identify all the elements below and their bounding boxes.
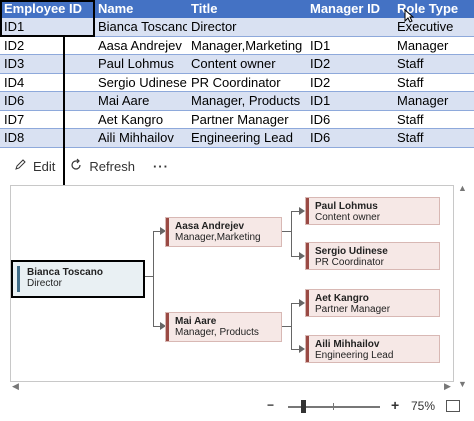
cell[interactable]: ID6	[306, 129, 393, 147]
table-row: ID1 Bianca Toscano Director Executive	[0, 18, 474, 37]
zoom-slider-thumb[interactable]	[301, 400, 306, 413]
cell[interactable]: ID1	[306, 37, 393, 55]
table-row: ID2 Aasa Andrejev Manager,Marketing ID1 …	[0, 36, 474, 55]
cell[interactable]: ID1	[0, 18, 94, 36]
cell[interactable]: Staff	[393, 74, 474, 92]
cell[interactable]: Staff	[393, 55, 474, 73]
cell[interactable]: Manager	[393, 37, 474, 55]
org-node-staff[interactable]: Aili Mihhailov Engineering Lead	[305, 335, 440, 363]
cell[interactable]: ID4	[0, 74, 94, 92]
cell[interactable]: Engineering Lead	[187, 129, 306, 147]
cell[interactable]: Mai Aare	[94, 92, 187, 110]
spreadsheet-table: Employee ID Name Title Manager ID Role T…	[0, 0, 474, 148]
cell[interactable]: Director	[187, 18, 306, 36]
cell[interactable]: Staff	[393, 129, 474, 147]
cell[interactable]: Bianca Toscano	[94, 18, 187, 36]
pointer-cursor-icon	[404, 8, 415, 26]
scroll-left-icon[interactable]: ◀	[12, 381, 19, 392]
org-node-manager[interactable]: Mai Aare Manager, Products	[165, 312, 282, 342]
zoom-slider-tick	[333, 403, 334, 410]
refresh-label: Refresh	[89, 158, 135, 174]
cell[interactable]: ID7	[0, 111, 94, 129]
fit-to-window-icon[interactable]	[446, 400, 460, 412]
org-node-staff[interactable]: Aet Kangro Partner Manager	[305, 289, 440, 317]
node-name: Sergio Udinese	[315, 246, 388, 257]
edit-label: Edit	[33, 158, 56, 174]
node-name: Paul Lohmus	[315, 201, 378, 212]
node-title: Partner Manager	[315, 304, 391, 315]
node-name: Bianca Toscano	[27, 267, 103, 278]
zoom-out-button[interactable]: −	[267, 398, 274, 412]
diagram-toolbar: Edit Refresh ···	[0, 152, 474, 180]
cell[interactable]: PR Coordinator	[187, 74, 306, 92]
table-header-row: Employee ID Name Title Manager ID Role T…	[0, 0, 474, 18]
cell[interactable]: Partner Manager	[187, 111, 306, 129]
node-name: Aet Kangro	[315, 293, 369, 304]
cell[interactable]	[306, 18, 393, 36]
connector	[153, 231, 154, 327]
org-node-staff[interactable]: Sergio Udinese PR Coordinator	[305, 242, 440, 270]
cell[interactable]: Aili Mihhailov	[94, 129, 187, 147]
connector	[291, 303, 292, 350]
node-title: Manager, Products	[175, 327, 259, 338]
scroll-up-icon[interactable]: ▲	[458, 183, 467, 193]
cell[interactable]: Staff	[393, 111, 474, 129]
node-title: Content owner	[315, 212, 381, 223]
scroll-right-icon[interactable]: ▶	[444, 381, 451, 392]
refresh-icon	[69, 158, 83, 175]
header-title[interactable]: Title	[187, 0, 306, 18]
cell[interactable]: Paul Lohmus	[94, 55, 187, 73]
node-title: Manager,Marketing	[175, 232, 261, 243]
table-row: ID7 Aet Kangro Partner Manager ID6 Staff	[0, 110, 474, 129]
vertical-scrollbar[interactable]: ▲ ▼	[456, 183, 470, 393]
cell[interactable]: Manager, Products	[187, 92, 306, 110]
zoom-in-button[interactable]: +	[391, 397, 399, 413]
table-row: ID6 Mai Aare Manager, Products ID1 Manag…	[0, 92, 474, 111]
org-node-staff[interactable]: Paul Lohmus Content owner	[305, 197, 440, 225]
cell[interactable]: ID2	[0, 37, 94, 55]
header-name[interactable]: Name	[94, 0, 187, 18]
org-node-manager[interactable]: Aasa Andrejev Manager,Marketing	[165, 217, 282, 247]
cell[interactable]: ID1	[306, 92, 393, 110]
cell[interactable]: ID6	[306, 111, 393, 129]
cell[interactable]: Manager,Marketing	[187, 37, 306, 55]
cell[interactable]: ID2	[306, 55, 393, 73]
node-title: PR Coordinator	[315, 257, 384, 268]
more-options-button[interactable]: ···	[153, 159, 169, 174]
cell[interactable]: Sergio Udinese	[94, 74, 187, 92]
refresh-button[interactable]: Refresh	[69, 158, 135, 175]
table-row: ID4 Sergio Udinese PR Coordinator ID2 St…	[0, 73, 474, 92]
zoom-bar: − + 75%	[0, 397, 474, 417]
node-title: Engineering Lead	[315, 350, 394, 361]
connector	[291, 211, 292, 257]
cell[interactable]: ID3	[0, 55, 94, 73]
pencil-icon	[14, 158, 27, 174]
cell[interactable]: Manager	[393, 92, 474, 110]
zoom-level: 75%	[411, 399, 436, 413]
org-node-root[interactable]: Bianca Toscano Director	[11, 260, 145, 298]
horizontal-scrollbar[interactable]: ◀ ▶	[10, 381, 456, 393]
cell[interactable]: ID8	[0, 129, 94, 147]
scroll-down-icon[interactable]: ▼	[458, 379, 467, 389]
node-title: Director	[27, 278, 63, 289]
table-row: ID8 Aili Mihhailov Engineering Lead ID6 …	[0, 129, 474, 148]
node-name: Aasa Andrejev	[175, 221, 245, 232]
cell[interactable]: Aasa Andrejev	[94, 37, 187, 55]
cell[interactable]: ID2	[306, 74, 393, 92]
org-chart-canvas[interactable]: Bianca Toscano Director Aasa Andrejev Ma…	[10, 185, 454, 382]
cell[interactable]: Content owner	[187, 55, 306, 73]
cell[interactable]: Aet Kangro	[94, 111, 187, 129]
node-name: Mai Aare	[175, 316, 217, 327]
edit-button[interactable]: Edit	[14, 158, 55, 174]
header-employee-id[interactable]: Employee ID	[0, 0, 94, 18]
cell[interactable]: ID6	[0, 92, 94, 110]
node-name: Aili Mihhailov	[315, 339, 380, 350]
header-manager-id[interactable]: Manager ID	[306, 0, 393, 18]
table-row: ID3 Paul Lohmus Content owner ID2 Staff	[0, 55, 474, 74]
